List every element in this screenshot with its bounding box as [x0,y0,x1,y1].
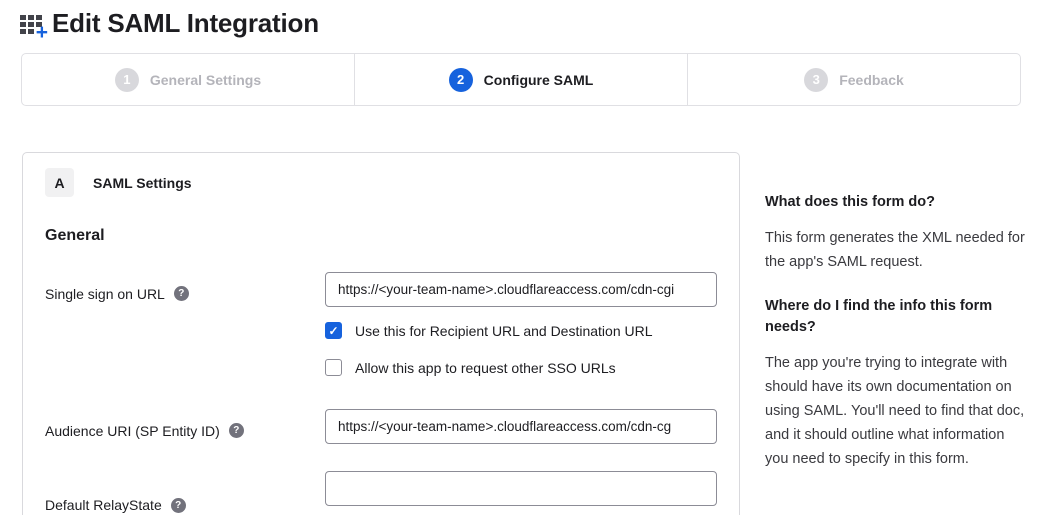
audience-uri-label-cell: Audience URI (SP Entity ID) [45,409,325,444]
group-title-general: General [45,227,717,245]
page-title: Edit SAML Integration [52,8,319,39]
recipient-checkbox-label[interactable]: Use this for Recipient URL and Destinati… [355,323,653,339]
audience-uri-label: Audience URI (SP Entity ID) [45,423,220,439]
sso-url-control [325,272,717,307]
card-header: A SAML Settings [45,168,717,197]
content-area: A SAML Settings General Single sign on U… [22,152,1063,515]
wizard-step-feedback[interactable]: 3 Feedback [687,54,1020,105]
other-sso-checkbox[interactable] [325,359,342,376]
add-app-icon: + [20,11,47,37]
relay-state-label: Default RelayState [45,497,162,513]
audience-uri-help-icon[interactable] [229,423,244,438]
section-title: SAML Settings [93,175,192,191]
plus-icon: + [36,22,48,43]
relay-state-help-icon[interactable] [171,498,186,513]
relay-state-input[interactable] [325,471,717,506]
other-sso-checkbox-line[interactable]: Allow this app to request other SSO URLs [325,359,717,376]
step-2-badge: 2 [449,68,473,92]
relay-state-control: If no value is set, a blank RelayState i… [325,471,717,515]
saml-settings-card: A SAML Settings General Single sign on U… [22,152,740,515]
sso-url-help-icon[interactable] [174,286,189,301]
relay-state-row: Default RelayState If no value is set, a… [45,471,717,515]
page-header: + Edit SAML Integration [0,0,1063,39]
sso-url-label-cell: Single sign on URL [45,272,325,307]
recipient-checkbox-line[interactable]: Use this for Recipient URL and Destinati… [325,322,717,339]
wizard-step-general-settings[interactable]: 1 General Settings [22,54,354,105]
section-letter-badge: A [45,168,74,197]
sidebar-heading-where: Where do I find the info this form needs… [765,296,1027,338]
step-2-label: Configure SAML [484,72,594,88]
audience-uri-input[interactable] [325,409,717,444]
wizard-steps: 1 General Settings 2 Configure SAML 3 Fe… [21,53,1021,106]
recipient-checkbox[interactable] [325,322,342,339]
sidebar-body-where: The app you're trying to integrate with … [765,351,1027,471]
recipient-checkbox-row: Use this for Recipient URL and Destinati… [45,322,717,339]
audience-uri-row: Audience URI (SP Entity ID) [45,409,717,444]
step-3-label: Feedback [839,72,904,88]
step-3-badge: 3 [804,68,828,92]
step-1-badge: 1 [115,68,139,92]
wizard-step-configure-saml[interactable]: 2 Configure SAML [354,54,687,105]
help-sidebar: What does this form do? This form genera… [765,152,1027,493]
audience-uri-control [325,409,717,444]
step-1-label: General Settings [150,72,261,88]
sidebar-body-what: This form generates the XML needed for t… [765,226,1027,274]
sso-url-label: Single sign on URL [45,286,165,302]
other-sso-checkbox-row: Allow this app to request other SSO URLs [45,359,717,376]
relay-state-label-cell: Default RelayState [45,471,325,515]
sso-url-row: Single sign on URL [45,272,717,307]
other-sso-checkbox-label[interactable]: Allow this app to request other SSO URLs [355,360,616,376]
sidebar-heading-what: What does this form do? [765,192,1027,213]
sso-url-input[interactable] [325,272,717,307]
